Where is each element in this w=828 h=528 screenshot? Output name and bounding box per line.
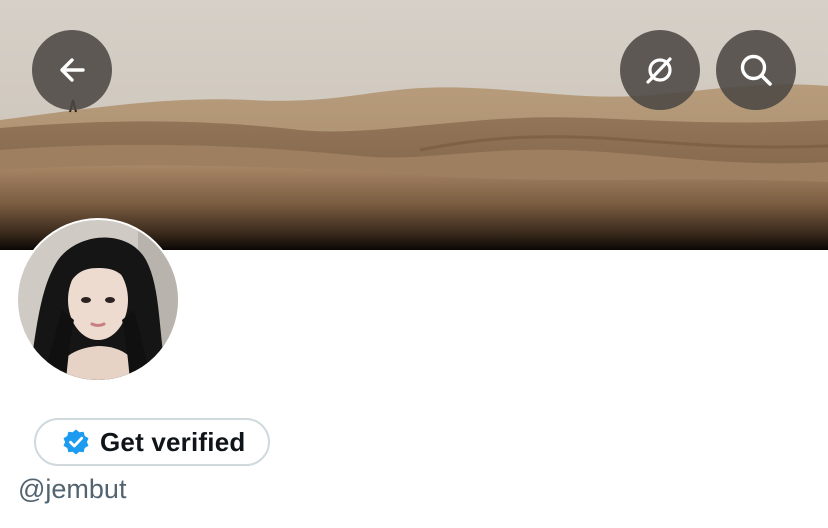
grok-button[interactable]	[620, 30, 700, 110]
verified-badge-icon	[62, 428, 90, 456]
avatar-frame	[16, 218, 180, 382]
get-verified-button[interactable]: Get verified	[34, 418, 270, 466]
back-button[interactable]	[32, 30, 112, 110]
search-button[interactable]	[716, 30, 796, 110]
search-icon	[740, 54, 772, 86]
profile-photo	[18, 220, 178, 380]
profile-handle: @jembut	[18, 474, 127, 504]
arrow-left-icon	[60, 58, 85, 82]
avatar[interactable]	[18, 220, 178, 380]
profile-banner[interactable]	[0, 0, 828, 250]
desert-banner-image	[0, 0, 828, 250]
get-verified-label: Get verified	[100, 426, 246, 457]
grok-slash-icon	[646, 57, 672, 84]
